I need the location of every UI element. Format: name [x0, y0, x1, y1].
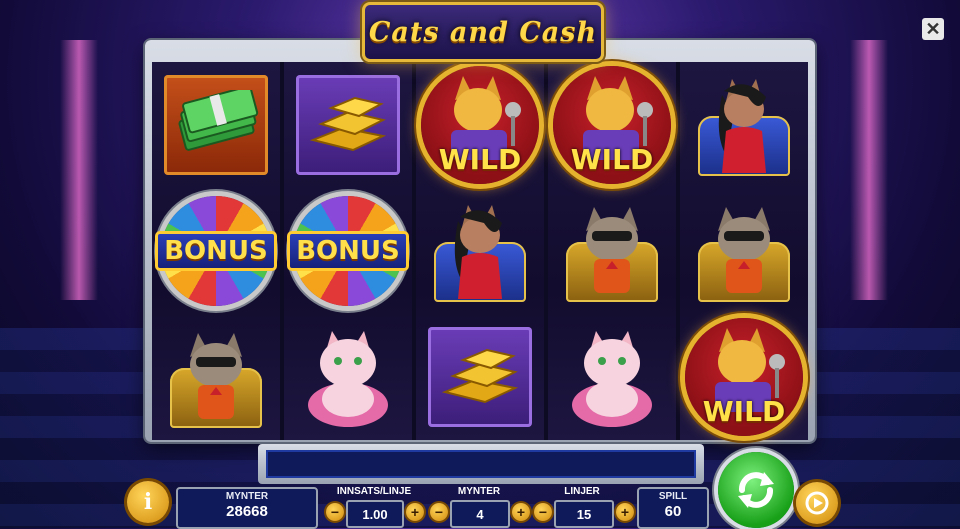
bonus-wheel-symbol: BONUS — [287, 196, 409, 306]
wild-label: WILD — [702, 395, 786, 428]
coins-balance-value: 28668 — [226, 503, 268, 520]
wild-cat-symbol: WILD — [421, 66, 539, 184]
pink-cat-icon — [572, 331, 652, 427]
reels-area: BONUS BONUS WILD WILD WILD — [152, 62, 808, 440]
reel-4: WILD — [548, 62, 676, 440]
reel-cell — [284, 314, 412, 440]
lines-plus-button[interactable]: + — [616, 503, 634, 521]
bonus-label: BONUS — [155, 231, 277, 271]
message-display — [266, 450, 696, 478]
reel-cell — [152, 62, 280, 188]
total-bet-value: 60 — [664, 503, 682, 520]
stage-light — [850, 40, 888, 300]
gold-bars-symbol — [428, 327, 532, 427]
reel-cell — [416, 314, 544, 440]
reel-cell: BONUS — [152, 188, 280, 314]
coins-label: MYNTER — [457, 486, 501, 497]
reel-cell — [152, 314, 280, 440]
spin-icon — [738, 472, 774, 508]
bet-per-line-minus-button[interactable]: − — [326, 503, 344, 521]
reel-1: BONUS — [152, 62, 280, 440]
reel-cell — [680, 188, 808, 314]
cash-stack-symbol — [164, 75, 268, 175]
lines-minus-button[interactable]: − — [534, 503, 552, 521]
bonus-label: BONUS — [287, 231, 409, 271]
total-bet-label: SPILL — [658, 491, 688, 502]
pink-cat-icon — [308, 331, 388, 427]
reel-cell — [680, 62, 808, 188]
reel-cell — [416, 188, 544, 314]
coins-value: 4 — [450, 500, 510, 528]
coins-balance-panel: MYNTER 28668 — [176, 487, 318, 529]
wild-cat-symbol: WILD — [685, 318, 803, 436]
bonus-wheel-symbol: BONUS — [155, 196, 277, 306]
wild-label: WILD — [570, 143, 654, 176]
gold-bars-symbol — [296, 75, 400, 175]
autoplay-button[interactable] — [796, 482, 838, 524]
coins-plus-button[interactable]: + — [512, 503, 530, 521]
lines-label: LINJER — [564, 486, 600, 497]
coins-balance-label: MYNTER — [225, 491, 269, 502]
lines-value: 15 — [554, 500, 614, 528]
reel-cell: WILD — [416, 62, 544, 188]
coins-minus-button[interactable]: − — [430, 503, 448, 521]
lady-cat-icon — [718, 79, 766, 173]
reel-cell: BONUS — [284, 188, 412, 314]
autoplay-icon — [805, 491, 829, 515]
gray-cat-icon — [718, 207, 770, 293]
gray-cat-icon — [586, 207, 638, 293]
wild-label: WILD — [438, 143, 522, 176]
wild-cat-symbol: WILD — [553, 66, 671, 184]
reel-5: WILD — [680, 62, 808, 440]
stage-light — [60, 40, 98, 300]
info-icon: i — [143, 489, 153, 515]
gray-cat-icon — [190, 333, 242, 419]
close-button[interactable]: ✕ — [922, 18, 944, 40]
reel-2: BONUS — [284, 62, 412, 440]
reel-3: WILD — [416, 62, 544, 440]
info-button[interactable]: i — [127, 481, 169, 523]
bet-per-line-plus-button[interactable]: + — [406, 503, 424, 521]
reel-cell — [548, 314, 676, 440]
bet-per-line-value: 1.00 — [346, 500, 404, 528]
lady-cat-icon — [454, 205, 502, 299]
bet-per-line-label: INNSATS/LINJE — [336, 486, 412, 497]
reel-cell — [284, 62, 412, 188]
reel-cell: WILD — [548, 62, 676, 188]
game-logo: Cats and Cash — [362, 2, 604, 62]
game-title: Cats and Cash — [368, 16, 598, 48]
total-bet-panel: SPILL 60 — [637, 487, 709, 529]
reel-cell: WILD — [680, 314, 808, 440]
message-bar — [258, 444, 704, 484]
close-icon: ✕ — [925, 18, 941, 39]
spin-button[interactable] — [718, 452, 794, 528]
reel-cell — [548, 188, 676, 314]
